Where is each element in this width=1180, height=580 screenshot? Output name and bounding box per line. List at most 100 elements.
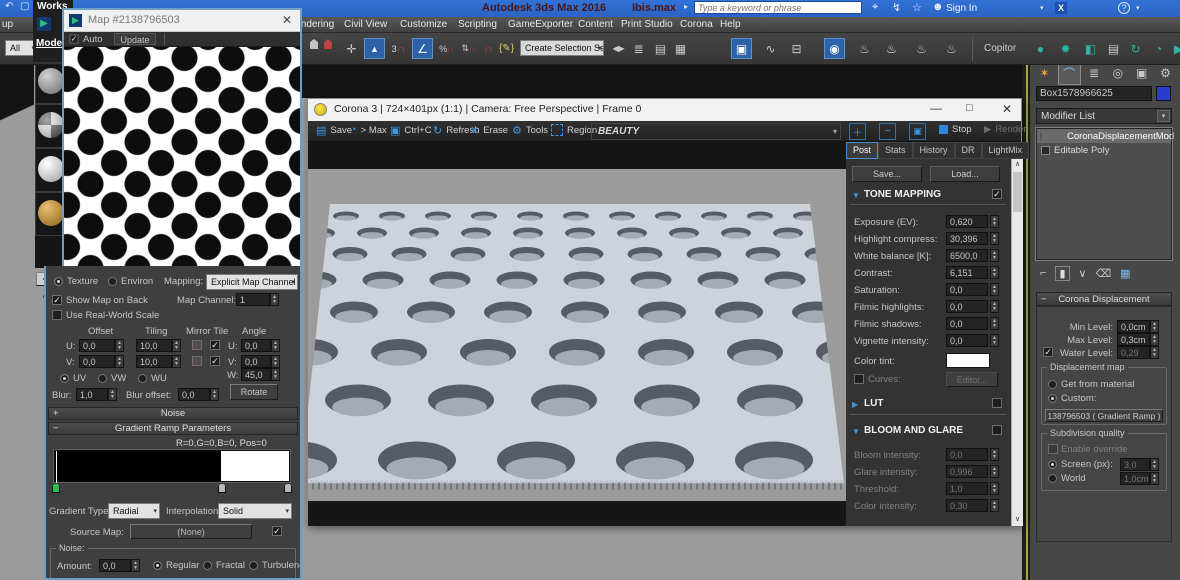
- render-setup-icon[interactable]: ◉: [824, 38, 845, 59]
- u-tiling-field[interactable]: 10,0: [136, 339, 172, 352]
- gradient-flag-start[interactable]: [52, 483, 60, 493]
- selection-set-dropdown[interactable]: Create Selection Se▾: [520, 40, 604, 56]
- turbulence-radio[interactable]: [249, 561, 258, 570]
- uv-radio[interactable]: [60, 374, 69, 383]
- lut-checkbox[interactable]: ✓: [992, 398, 1002, 408]
- render-iterative-icon[interactable]: ♨: [911, 38, 932, 59]
- curve-editor-icon[interactable]: ∿: [760, 38, 781, 59]
- u-angle-spinner[interactable]: ▲▼: [271, 339, 280, 352]
- curves-editor-button[interactable]: Editor...: [946, 372, 998, 387]
- copitor-camera-icon[interactable]: ◧: [1080, 38, 1101, 59]
- tone-row-spinner[interactable]: ▲▼: [990, 300, 999, 313]
- tab-history[interactable]: History: [913, 142, 955, 159]
- copitor-light-icon[interactable]: ●: [1030, 38, 1051, 59]
- enable-override-checkbox[interactable]: ✓: [1048, 444, 1058, 454]
- tab-display-icon[interactable]: ▣: [1131, 62, 1152, 83]
- menu-customize[interactable]: Customize: [400, 19, 447, 30]
- custom-map-button[interactable]: 138796503 ( Gradient Ramp ): [1045, 409, 1163, 422]
- post-save-button[interactable]: Save...: [852, 166, 922, 182]
- render-production-icon[interactable]: ♨: [881, 38, 902, 59]
- blur-offset-spinner[interactable]: ▲▼: [210, 388, 219, 401]
- tab-motion-icon[interactable]: ◎: [1107, 62, 1128, 83]
- w-angle-field[interactable]: 45,0: [241, 368, 271, 381]
- water-level-checkbox[interactable]: ✓: [1043, 347, 1053, 357]
- vfb-tools-button[interactable]: ⚙Tools: [512, 124, 548, 137]
- post-load-button[interactable]: Load...: [930, 166, 1000, 182]
- mirror-flag2-icon[interactable]: [324, 39, 332, 49]
- tone-row-field[interactable]: 0,0: [946, 317, 988, 330]
- wu-radio[interactable]: [138, 374, 147, 383]
- close-icon[interactable]: ✕: [282, 13, 292, 27]
- bloom-row-spinner[interactable]: ▲▼: [990, 499, 999, 512]
- vfb-titlebar[interactable]: Corona 3 | 724×401px (1:1) | Camera: Fre…: [308, 99, 1021, 121]
- menu-civil-view[interactable]: Civil View: [344, 19, 387, 30]
- copitor-sun-icon[interactable]: ✹: [1055, 38, 1076, 59]
- min-level-spinner[interactable]: ▲▼: [1150, 320, 1159, 333]
- align-icon[interactable]: ≣: [628, 38, 649, 59]
- tone-row-field[interactable]: 0,0: [946, 334, 988, 347]
- bulb-icon[interactable]: [1040, 132, 1042, 141]
- schematic-view-icon[interactable]: ⊟: [786, 38, 807, 59]
- stop-button[interactable]: Stop: [939, 124, 972, 135]
- vw-radio[interactable]: [98, 374, 107, 383]
- bloom-checkbox[interactable]: ✓: [992, 425, 1002, 435]
- amount-field[interactable]: 0,0: [99, 559, 131, 572]
- close-icon[interactable]: ✕: [1002, 102, 1012, 116]
- gradient-ramp[interactable]: [54, 450, 290, 482]
- configure-sets-icon[interactable]: ▦: [1120, 267, 1130, 280]
- render-button[interactable]: ▶ Render: [984, 124, 1026, 135]
- screen-radio[interactable]: [1048, 460, 1057, 469]
- bloom-row-field[interactable]: 0,0: [946, 448, 988, 461]
- tab-lightmix[interactable]: LightMix: [982, 142, 1030, 159]
- maximize-icon[interactable]: □: [966, 102, 973, 114]
- tone-row-spinner[interactable]: ▲▼: [990, 266, 999, 279]
- menu-gameexporter[interactable]: GameExporter: [508, 19, 573, 30]
- interpolation-dropdown[interactable]: Solid▾: [218, 503, 292, 519]
- u-offset-field[interactable]: 0,0: [79, 339, 115, 352]
- sign-in-label[interactable]: Sign In: [946, 3, 977, 14]
- bloom-row-field[interactable]: 0,996: [946, 465, 988, 478]
- stack-row-displacement[interactable]: CoronaDisplacementMod: [1037, 129, 1171, 143]
- gradient-flag-end[interactable]: [284, 483, 292, 493]
- modifier-list-dropdown[interactable]: Modifier List ▾: [1036, 108, 1172, 124]
- object-color-swatch[interactable]: [1156, 86, 1171, 101]
- tone-row-field[interactable]: 6500,0: [946, 249, 988, 262]
- make-unique-icon[interactable]: ∨: [1079, 267, 1087, 280]
- tone-row-spinner[interactable]: ▲▼: [990, 317, 999, 330]
- tone-row-spinner[interactable]: ▲▼: [990, 249, 999, 262]
- v-tiling-field[interactable]: 10,0: [136, 355, 172, 368]
- bloom-row-spinner[interactable]: ▲▼: [990, 448, 999, 461]
- mapping-dropdown[interactable]: Explicit Map Channel▾: [206, 274, 298, 290]
- tone-mapping-expander-icon[interactable]: ▼: [852, 191, 860, 200]
- tab-utilities-icon[interactable]: ⚙: [1155, 62, 1176, 83]
- tone-row-field[interactable]: 6,151: [946, 266, 988, 279]
- world-field[interactable]: 1,0cm: [1120, 472, 1150, 485]
- screen-field[interactable]: 3,0: [1120, 458, 1150, 471]
- zoom-out-icon[interactable]: −: [879, 123, 896, 140]
- fractal-radio[interactable]: [203, 561, 212, 570]
- min-level-field[interactable]: 0,0cm: [1117, 320, 1150, 333]
- menu-content[interactable]: Content: [578, 19, 613, 30]
- tone-row-field[interactable]: 0,0: [946, 283, 988, 296]
- gradient-flag-mid[interactable]: [218, 483, 226, 493]
- named-selection-edit-icon[interactable]: {✎}: [496, 38, 517, 59]
- menu-partial[interactable]: up: [2, 19, 13, 30]
- favorites-icon[interactable]: ☆: [912, 1, 922, 14]
- bloom-row-spinner[interactable]: ▲▼: [990, 465, 999, 478]
- lut-expander-icon[interactable]: ▶: [852, 400, 858, 409]
- regular-radio[interactable]: [153, 561, 162, 570]
- copitor-list-icon[interactable]: ▤: [1103, 38, 1124, 59]
- new-scene-icon[interactable]: ▢: [20, 1, 29, 12]
- u-tiling-spinner[interactable]: ▲▼: [172, 339, 181, 352]
- modifier-list-arrow-icon[interactable]: ▾: [1157, 110, 1170, 122]
- tone-row-field[interactable]: 30,396: [946, 232, 988, 245]
- render-cloud-icon[interactable]: ♨: [941, 38, 962, 59]
- minimize-icon[interactable]: —: [930, 101, 942, 115]
- source-map-checkbox[interactable]: ✓: [272, 526, 282, 536]
- tone-row-field[interactable]: 0,620: [946, 215, 988, 228]
- amount-spinner[interactable]: ▲▼: [131, 559, 140, 572]
- layer-manager-icon[interactable]: ▦: [670, 38, 691, 59]
- show-end-result-icon[interactable]: ▮: [1055, 266, 1069, 281]
- water-level-field[interactable]: 0,29: [1117, 346, 1150, 359]
- vfb-erase-button[interactable]: ✕Erase: [470, 124, 508, 137]
